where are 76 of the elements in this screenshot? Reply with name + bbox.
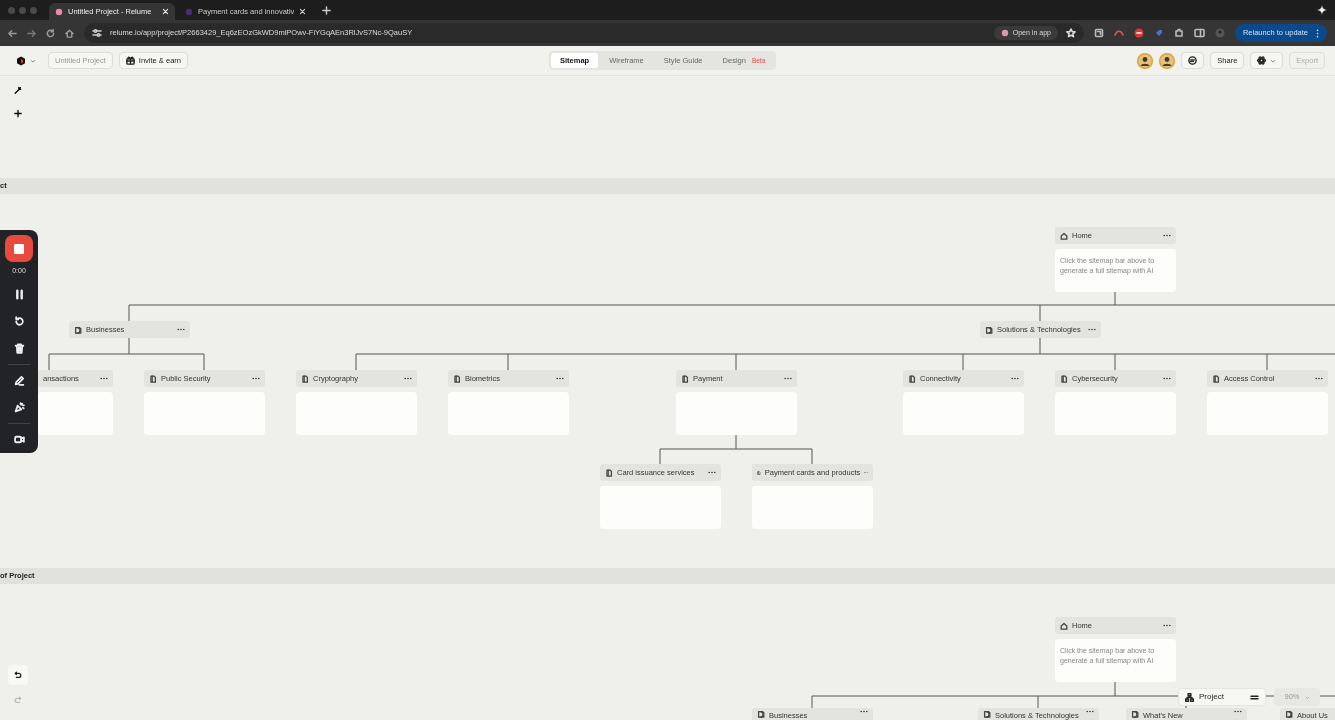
folder-icon xyxy=(757,710,765,718)
atom-icon xyxy=(1257,56,1267,65)
home-icon[interactable] xyxy=(65,28,74,38)
folder-icon xyxy=(985,325,993,334)
page-icon xyxy=(301,374,309,383)
page-icon xyxy=(453,374,461,383)
menu-icon[interactable] xyxy=(1250,693,1259,701)
more-options-icon[interactable] xyxy=(1163,234,1171,237)
folder-icon xyxy=(1131,710,1139,718)
folder-icon xyxy=(1285,710,1293,718)
more-options-icon[interactable] xyxy=(784,377,792,380)
video-camera-icon xyxy=(13,434,25,445)
undo-button[interactable] xyxy=(8,665,28,685)
back-icon[interactable] xyxy=(8,28,17,38)
more-options-icon[interactable] xyxy=(1088,328,1096,331)
page-icon xyxy=(605,468,613,477)
more-options-icon[interactable] xyxy=(1163,624,1171,627)
sitemap-icon xyxy=(1185,692,1194,702)
page-icon xyxy=(681,374,689,383)
page-icon xyxy=(757,468,761,477)
more-options-icon[interactable] xyxy=(556,377,564,380)
sparkle-icon[interactable] xyxy=(1317,5,1327,15)
forward-icon[interactable] xyxy=(27,28,36,38)
more-options-icon[interactable] xyxy=(100,377,108,380)
stop-recording-button[interactable] xyxy=(5,235,33,263)
home-icon xyxy=(1060,231,1068,240)
extension-icon[interactable] xyxy=(1093,28,1104,38)
undo-icon xyxy=(14,670,22,680)
close-icon[interactable] xyxy=(299,8,307,15)
home-icon xyxy=(1060,621,1068,630)
site-settings-icon[interactable] xyxy=(92,28,102,38)
caret-icon xyxy=(30,57,36,64)
more-options-icon[interactable] xyxy=(860,710,868,713)
more-options-icon[interactable] xyxy=(1086,710,1094,713)
favicon-icon xyxy=(55,7,63,16)
side-panel-icon[interactable] xyxy=(1193,28,1205,38)
more-options-icon[interactable] xyxy=(1163,377,1171,380)
more-options-icon[interactable] xyxy=(404,377,412,380)
stop-icon xyxy=(14,243,24,254)
page-icon xyxy=(1212,374,1220,383)
more-options-icon[interactable] xyxy=(1315,377,1323,380)
more-options-icon[interactable] xyxy=(252,377,260,380)
party-popper-icon xyxy=(13,401,25,413)
folder-icon xyxy=(983,710,991,718)
gift-icon xyxy=(125,56,135,65)
extension-icon[interactable] xyxy=(1133,28,1144,38)
trash-icon xyxy=(13,342,25,354)
theme-menu-button[interactable] xyxy=(1250,52,1284,69)
restart-icon xyxy=(13,315,25,327)
folder-icon xyxy=(74,325,82,334)
more-options-icon[interactable] xyxy=(708,471,716,474)
page-icon xyxy=(149,374,157,383)
caret-icon xyxy=(1270,57,1277,64)
pen-icon xyxy=(13,374,25,386)
page-icon xyxy=(1060,374,1068,383)
wand-icon xyxy=(14,84,22,96)
redo-icon xyxy=(14,695,22,705)
page-icon xyxy=(908,374,916,383)
more-options-icon[interactable] xyxy=(1234,710,1242,713)
plus-icon xyxy=(14,107,22,119)
new-tab-icon[interactable] xyxy=(322,5,332,15)
more-options-icon[interactable] xyxy=(1011,377,1019,380)
reload-icon[interactable] xyxy=(46,28,55,38)
cube-logo-icon xyxy=(16,55,26,66)
project-label: Project xyxy=(1199,691,1225,703)
caret-icon xyxy=(1304,694,1310,700)
kebab-icon xyxy=(1316,28,1319,38)
comments-button[interactable] xyxy=(1181,52,1205,69)
pause-icon xyxy=(13,288,25,300)
more-options-icon[interactable] xyxy=(177,328,185,331)
bookmark-star-icon[interactable] xyxy=(1065,28,1076,38)
avatar-icon[interactable] xyxy=(1137,52,1154,69)
favicon-icon xyxy=(185,7,193,16)
app-icon xyxy=(1000,29,1009,37)
avatar-icon[interactable] xyxy=(1159,52,1176,69)
comment-icon xyxy=(1188,56,1198,65)
